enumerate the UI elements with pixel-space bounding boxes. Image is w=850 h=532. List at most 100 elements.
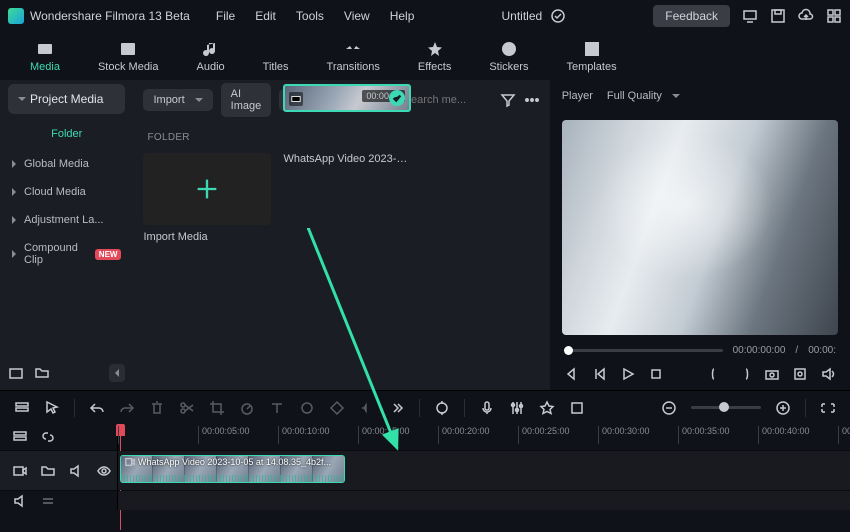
capture-icon[interactable]	[792, 366, 808, 382]
app-name: Wondershare Filmora 13 Beta	[30, 9, 190, 23]
more-tools-icon[interactable]	[389, 400, 405, 416]
undo-icon[interactable]	[89, 400, 105, 416]
collapse-sidebar-button[interactable]	[109, 364, 125, 382]
mixer-icon[interactable]	[509, 400, 525, 416]
titles-icon	[266, 39, 286, 59]
keyframe-icon[interactable]	[329, 400, 345, 416]
clip-thumbnail[interactable]: 00:00:13	[283, 84, 411, 112]
zoom-slider-thumb[interactable]	[719, 402, 729, 412]
audio-tool-icon[interactable]	[359, 400, 375, 416]
chevron-right-icon	[12, 188, 16, 196]
hide-track-icon[interactable]	[96, 463, 112, 479]
save-icon[interactable]	[770, 8, 786, 24]
sidebar-item-cloud-media[interactable]: Cloud Media	[0, 178, 133, 206]
tab-media[interactable]: Media	[30, 39, 60, 73]
audio-track[interactable]	[118, 491, 850, 510]
menu-edit[interactable]: Edit	[255, 9, 276, 23]
sidebar-item-compound-clip[interactable]: Compound ClipNEW	[0, 234, 133, 274]
snapshot-icon[interactable]	[764, 366, 780, 382]
track-stack-icon[interactable]	[12, 429, 28, 445]
ai-icon[interactable]	[539, 400, 555, 416]
audio-track-icon[interactable]	[12, 493, 28, 509]
video-preview[interactable]	[562, 120, 838, 335]
sidebar-header[interactable]: Project Media	[8, 84, 125, 114]
feedback-button[interactable]: Feedback	[653, 5, 730, 27]
play-icon[interactable]	[620, 366, 636, 382]
sidebar-header-label: Project Media	[30, 92, 103, 106]
sidebar-item-adjustment-layer[interactable]: Adjustment La...	[0, 206, 133, 234]
ai-image-button[interactable]: AI Image	[221, 83, 272, 117]
ruler-tick: 00:00:05:00	[198, 426, 250, 444]
zoom-slider[interactable]	[691, 406, 761, 409]
stop-icon[interactable]	[648, 366, 664, 382]
zoom-in-icon[interactable]	[775, 400, 791, 416]
tab-stock-media[interactable]: Stock Media	[98, 39, 159, 73]
clip-bin-icon[interactable]	[8, 365, 24, 381]
import-media-card[interactable]: Import Media	[143, 153, 271, 243]
tab-stickers[interactable]: Stickers	[489, 39, 528, 73]
fit-timeline-icon[interactable]	[820, 400, 836, 416]
import-button[interactable]: Import	[143, 89, 212, 111]
menu-view[interactable]: View	[344, 9, 370, 23]
main-menu: File Edit Tools View Help	[216, 9, 415, 23]
tab-label: Stickers	[489, 61, 528, 73]
scrub-thumb[interactable]	[564, 346, 573, 355]
chevron-right-icon	[18, 97, 26, 101]
menu-help[interactable]: Help	[390, 9, 415, 23]
step-back-icon[interactable]	[592, 366, 608, 382]
cloud-upload-icon[interactable]	[798, 8, 814, 24]
prev-frame-icon[interactable]	[564, 366, 580, 382]
volume-icon[interactable]	[820, 366, 836, 382]
timeline-toolbar	[0, 390, 850, 424]
add-track-icon[interactable]	[40, 463, 56, 479]
chevron-left-icon	[115, 369, 119, 377]
link-icon[interactable]	[40, 429, 56, 445]
quality-dropdown[interactable]: Full Quality	[607, 90, 680, 102]
sidebar-item-label: Cloud Media	[24, 186, 86, 198]
search-input[interactable]	[404, 94, 484, 106]
delete-icon[interactable]	[149, 400, 165, 416]
marker-icon[interactable]	[434, 400, 450, 416]
mark-out-icon[interactable]	[736, 366, 752, 382]
templates-icon	[582, 39, 602, 59]
tab-effects[interactable]: Effects	[418, 39, 451, 73]
scrub-bar[interactable]	[564, 349, 723, 352]
sidebar-item-global-media[interactable]: Global Media	[0, 150, 133, 178]
folder-tab[interactable]: Folder	[0, 118, 133, 150]
mute-track-icon[interactable]	[68, 463, 84, 479]
tab-templates[interactable]: Templates	[566, 39, 616, 73]
timecode-current: 00:00:00:00	[733, 345, 786, 356]
more-icon[interactable]	[524, 92, 540, 108]
timeline-options-icon[interactable]	[14, 400, 30, 416]
mic-icon[interactable]	[479, 400, 495, 416]
speed-icon[interactable]	[239, 400, 255, 416]
zoom-out-icon[interactable]	[661, 400, 677, 416]
text-icon[interactable]	[269, 400, 285, 416]
menu-file[interactable]: File	[216, 9, 235, 23]
menu-tools[interactable]: Tools	[296, 9, 324, 23]
grid-icon[interactable]	[826, 8, 842, 24]
color-icon[interactable]	[299, 400, 315, 416]
transitions-icon	[343, 39, 363, 59]
media-clip-card[interactable]: 00:00:13 WhatsApp Video 2023-10-05...	[283, 153, 411, 243]
monitor-icon[interactable]	[742, 8, 758, 24]
tab-audio[interactable]: Audio	[197, 39, 225, 73]
pointer-tool-icon[interactable]	[44, 400, 60, 416]
new-badge: NEW	[95, 249, 122, 260]
timeline-clip[interactable]: WhatsApp Video 2023-10-05 at 14.08.35_4b…	[120, 455, 345, 483]
video-track-icon[interactable]	[12, 463, 28, 479]
split-icon[interactable]	[179, 400, 195, 416]
tab-transitions[interactable]: Transitions	[327, 39, 380, 73]
mark-in-icon[interactable]	[708, 366, 724, 382]
render-icon[interactable]	[569, 400, 585, 416]
import-thumb[interactable]	[143, 153, 271, 225]
redo-icon[interactable]	[119, 400, 135, 416]
app-logo: Wondershare Filmora 13 Beta	[8, 8, 190, 24]
track-more-icon[interactable]	[40, 493, 56, 509]
new-folder-icon[interactable]	[34, 365, 50, 381]
timeline-ruler[interactable]: 00:00:05:00 00:00:10:00 00:00:15:00 00:0…	[118, 424, 850, 450]
tab-titles[interactable]: Titles	[263, 39, 289, 73]
video-track[interactable]: WhatsApp Video 2023-10-05 at 14.08.35_4b…	[118, 451, 850, 490]
filter-icon[interactable]	[500, 92, 516, 108]
crop-icon[interactable]	[209, 400, 225, 416]
